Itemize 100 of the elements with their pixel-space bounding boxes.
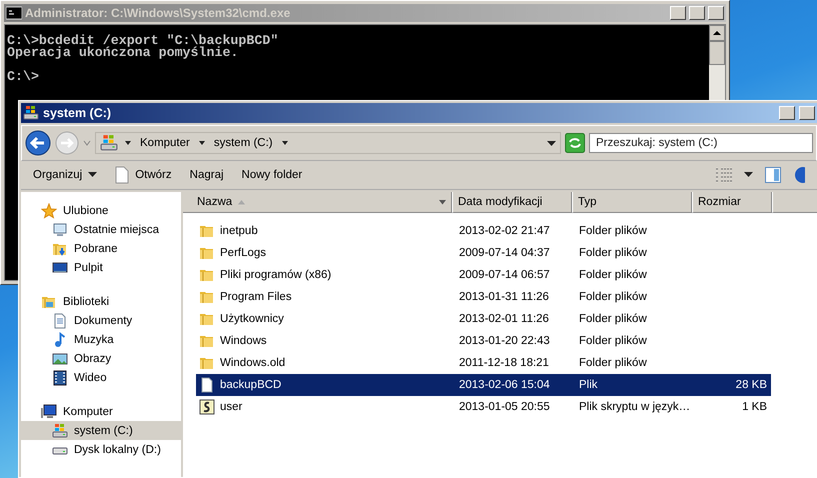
minimize-button[interactable]: [779, 106, 795, 120]
file-row[interactable]: user 2013-01-05 20:55 Plik skryptu w język… 1 KB: [196, 396, 771, 418]
type-cell-text: Folder plików: [578, 313, 648, 325]
file-name: Windows.old: [220, 357, 286, 369]
monitor-icon: [52, 222, 68, 238]
folder-icon: [199, 289, 215, 305]
file-row[interactable]: Program Files 2013-01-31 11:26 Folder plików: [196, 286, 771, 308]
console-output: Operacja ukończona pomyślnie.: [7, 47, 238, 59]
file-icon: [199, 377, 215, 393]
folder-icon: [199, 311, 215, 327]
window-title: Administrator: C:\Windows\System32\cmd.exe: [25, 6, 292, 20]
back-button[interactable]: [25, 130, 51, 156]
music-note-icon: [52, 332, 68, 348]
sidebar-item[interactable]: Ulubione: [21, 201, 181, 220]
script-icon: [199, 399, 215, 415]
file-row[interactable]: Pliki programów (x86) 2009-07-14 06:57 Folder plików: [196, 264, 771, 286]
sidebar-item[interactable]: Dokumenty: [21, 311, 181, 330]
search-field[interactable]: Przeszukaj: system (C:): [589, 133, 813, 153]
view-options-icon[interactable]: [716, 168, 732, 182]
sidebar-item[interactable]: Muzyka: [21, 330, 181, 349]
star-icon: [41, 202, 57, 218]
file-row[interactable]: Windows 2013-01-20 22:43 Folder plików: [196, 330, 771, 352]
toolbar-button[interactable]: Nowy folder: [242, 167, 302, 183]
folder-icon: [199, 355, 215, 371]
file-name: Pliki programów (x86): [220, 269, 332, 281]
toolbar-button[interactable]: Organizuj: [33, 167, 98, 183]
type-cell-text: Folder plików: [578, 247, 648, 259]
date-cell-text: 2013-01-20 22:43: [458, 335, 551, 347]
dropdown-arrow-icon[interactable]: [439, 200, 446, 204]
column-header[interactable]: Nazwa: [183, 192, 453, 213]
document-icon: [52, 312, 68, 328]
breadcrumb-item[interactable]: system (C:): [212, 137, 275, 149]
size-cell-text: 28 KB: [734, 379, 768, 391]
caret-icon: [198, 139, 206, 147]
breadcrumb-item[interactable]: Komputer: [138, 137, 192, 149]
sidebar-item[interactable]: Wideo: [21, 368, 181, 387]
drive-icon: [23, 105, 39, 121]
file-name: inetpub: [220, 225, 258, 237]
caret-icon[interactable]: [744, 172, 753, 178]
date-cell-text: 2013-01-31 11:26: [458, 291, 550, 303]
file-name: Program Files: [220, 291, 292, 303]
type-cell-text: Plik: [578, 379, 599, 391]
toolbar-button[interactable]: Nagraj: [190, 167, 224, 183]
toolbar-button[interactable]: Otwórz: [115, 164, 172, 186]
sidebar-item[interactable]: system (C:): [21, 421, 181, 440]
file-name: Windows: [220, 335, 267, 347]
file-name: user: [220, 401, 242, 413]
type-cell-text: Folder plików: [578, 357, 648, 369]
sidebar-item[interactable]: Biblioteki: [21, 292, 181, 311]
minimize-button[interactable]: [670, 6, 686, 20]
date-cell-text: 2013-01-05 20:55: [458, 401, 551, 413]
file-row[interactable]: PerfLogs 2009-07-14 04:37 Folder plików: [196, 242, 771, 264]
column-header[interactable]: Rozmiar: [693, 192, 773, 213]
address-bar[interactable]: Komputer system (C:): [95, 132, 561, 154]
dropdown-arrow-icon[interactable]: [547, 139, 556, 147]
date-cell-text: 2013-02-01 11:26: [458, 313, 550, 325]
sidebar-item[interactable]: Komputer: [21, 402, 181, 421]
type-cell-text: Folder plików: [578, 335, 648, 347]
help-icon[interactable]: [793, 167, 805, 183]
scroll-thumb[interactable]: [709, 41, 725, 65]
maximize-button[interactable]: [799, 106, 815, 120]
caret-icon: [280, 139, 289, 147]
preview-pane-icon[interactable]: [765, 167, 781, 183]
caret-icon: [124, 139, 132, 147]
sidebar-item[interactable]: Pobrane: [21, 239, 181, 258]
date-cell-text: 2009-07-14 04:37: [458, 247, 551, 259]
close-button[interactable]: [708, 6, 724, 20]
file-name: Użytkownicy: [220, 313, 284, 325]
refresh-button[interactable]: [565, 133, 585, 153]
file-row[interactable]: Windows.old 2011-12-18 18:21 Folder plików: [196, 352, 771, 374]
type-cell-text: Folder plików: [578, 291, 648, 303]
column-header[interactable]: Data modyfikacji: [453, 192, 573, 213]
console-line: C:\>: [7, 71, 40, 83]
folder-icon: [199, 333, 215, 349]
type-cell-text: Folder plików: [578, 269, 648, 281]
monitor-icon: [52, 260, 68, 276]
file-row[interactable]: backupBCD 2013-02-06 15:04 Plik 28 KB: [196, 374, 771, 396]
sidebar-item[interactable]: Ostatnie miejsca: [21, 220, 181, 239]
maximize-button[interactable]: [689, 6, 705, 20]
sidebar-item[interactable]: Pulpit: [21, 258, 181, 277]
scroll-up-button[interactable]: [709, 25, 725, 41]
file-row[interactable]: Użytkownicy 2013-02-01 11:26 Folder plików: [196, 308, 771, 330]
column-header[interactable]: Typ: [573, 192, 693, 213]
folder-icon: [199, 245, 215, 261]
file-name: backupBCD: [220, 379, 282, 391]
date-cell-text: 2013-02-06 15:04: [458, 379, 551, 391]
sort-arrow-icon: [238, 200, 246, 204]
size-cell-text: 1 KB: [741, 401, 768, 413]
sidebar-item[interactable]: Dysk lokalny (D:): [21, 440, 181, 459]
file-row[interactable]: inetpub 2013-02-02 21:47 Folder plików: [196, 220, 771, 242]
type-cell-text: Plik skryptu w język…: [578, 401, 692, 413]
date-cell-text: 2009-07-14 06:57: [458, 269, 551, 281]
console-line: C:\>bcdedit /export "C:\backupBCD": [7, 35, 280, 47]
drive-icon: [52, 422, 68, 438]
window-title: system (C:): [43, 106, 112, 120]
caret-icon: [88, 172, 98, 178]
sidebar-item[interactable]: Obrazy: [21, 349, 181, 368]
computer-icon: [41, 404, 57, 420]
date-cell-text: 2013-02-02 21:47: [458, 225, 551, 237]
console-icon: [6, 6, 22, 20]
